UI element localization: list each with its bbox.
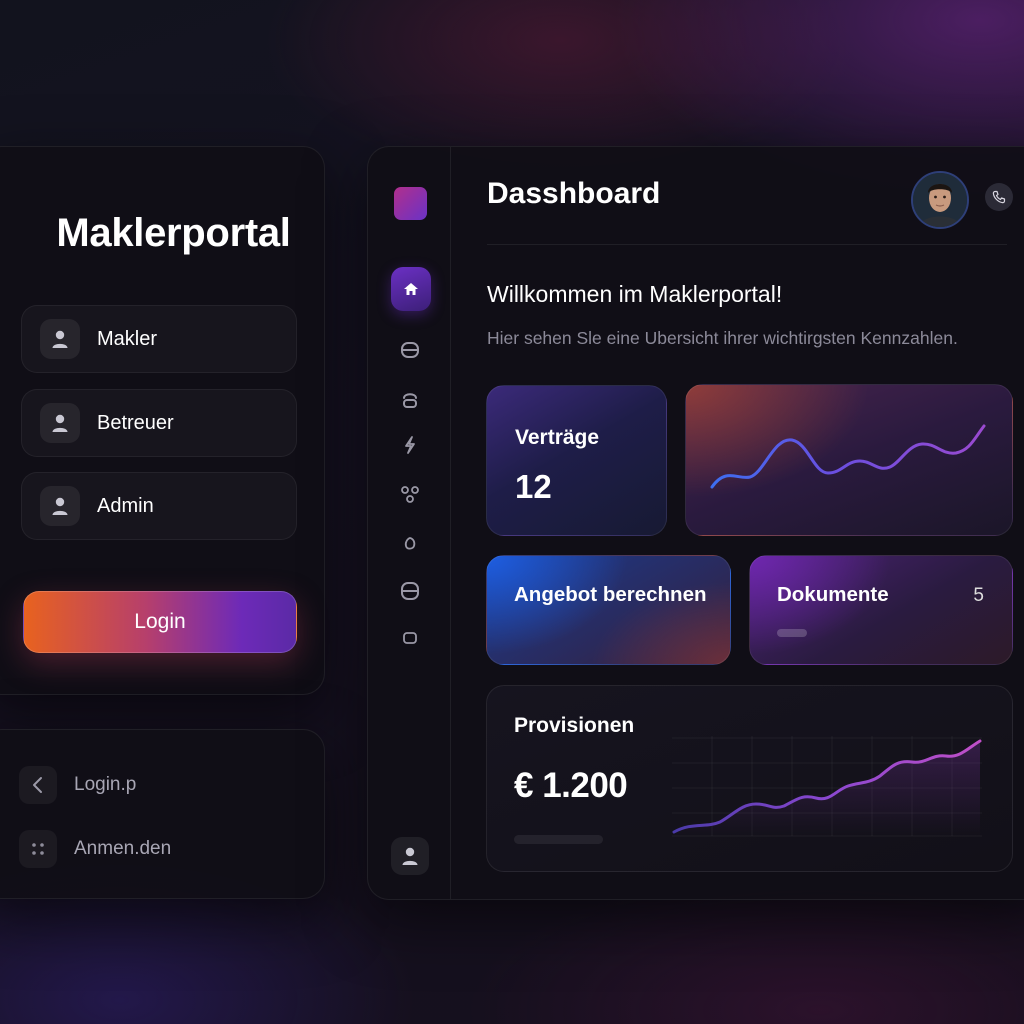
sidebar-item-drop[interactable]	[399, 533, 421, 555]
header-divider	[487, 244, 1007, 245]
tile-label: Provisionen	[514, 714, 635, 737]
role-label: Betreuer	[97, 411, 174, 434]
sidebar-item-shield[interactable]	[399, 389, 421, 411]
tile-bar	[514, 835, 603, 844]
sidebar-item-card[interactable]	[399, 339, 421, 361]
avatar[interactable]	[911, 171, 969, 229]
nav-label: Login.p	[74, 774, 137, 795]
dashboard-window: Dasshboard Willkommen im Maklerportal! H…	[367, 146, 1024, 900]
tile-label: Angebot berechnen	[514, 583, 707, 606]
role-option-admin[interactable]: Admin	[21, 472, 297, 540]
home-icon	[403, 282, 419, 296]
tile-label: Dokumente	[777, 583, 889, 606]
trend-line	[710, 424, 986, 489]
nav-links-card: Login.p Anmen.den	[0, 729, 325, 899]
sidebar-profile-button[interactable]	[391, 837, 429, 875]
login-card: Maklerportal Makler Betreuer Admin Login	[0, 146, 325, 695]
sidebar-item-document[interactable]	[399, 580, 421, 602]
brand-logo	[394, 187, 427, 220]
sidebar-item-home[interactable]	[391, 267, 431, 311]
phone-button[interactable]	[985, 183, 1013, 211]
user-icon	[401, 846, 419, 866]
welcome-heading: Willkommen im Maklerportal!	[487, 281, 783, 307]
tile-value: 12	[515, 468, 552, 505]
sidebar	[368, 147, 451, 899]
card-icon	[400, 341, 420, 359]
sidebar-item-bolt[interactable]	[399, 434, 421, 456]
role-label: Makler	[97, 327, 158, 350]
tile-value: € 1.200	[514, 766, 628, 805]
role-option-makler[interactable]: Makler	[21, 305, 297, 373]
angebot-berechnen-button[interactable]: Angebot berechnen	[486, 555, 731, 665]
square-icon	[402, 630, 418, 646]
user-icon	[40, 403, 80, 443]
role-option-betreuer[interactable]: Betreuer	[21, 389, 297, 457]
phone-icon	[992, 190, 1006, 204]
user-icon	[40, 319, 80, 359]
provisionen-chart	[672, 736, 982, 837]
user-icon	[40, 486, 80, 526]
trend-chart-tile	[685, 384, 1013, 536]
network-icon	[400, 484, 420, 504]
document-count-badge: 5	[973, 585, 984, 606]
login-button[interactable]: Login	[23, 591, 297, 653]
nav-item-anmelden[interactable]: Anmen.den	[19, 830, 171, 868]
document-icon	[400, 581, 420, 601]
trend-line-chart	[710, 424, 986, 489]
welcome-subtitle: Hier sehen Sle eine Ubersicht ihrer wich…	[487, 328, 958, 348]
dokumente-tile[interactable]: Dokumente 5	[749, 555, 1013, 665]
shield-icon	[401, 390, 419, 410]
nav-item-login[interactable]: Login.p	[19, 766, 136, 804]
chevron-left-icon	[19, 766, 57, 804]
login-title: Maklerportal	[56, 211, 291, 255]
tile-pill	[777, 629, 807, 637]
provisionen-tile: Provisionen € 1.200	[486, 685, 1013, 872]
grid-dots-icon	[19, 830, 57, 868]
drop-icon	[402, 535, 418, 553]
vertraege-tile[interactable]: Verträge 12	[486, 385, 667, 536]
sidebar-item-network[interactable]	[399, 483, 421, 505]
sidebar-item-square[interactable]	[399, 627, 421, 649]
bolt-icon	[402, 435, 418, 455]
tile-label: Verträge	[515, 426, 600, 449]
page-title: Dasshboard	[487, 177, 661, 210]
role-label: Admin	[97, 494, 154, 517]
nav-label: Anmen.den	[74, 838, 172, 859]
